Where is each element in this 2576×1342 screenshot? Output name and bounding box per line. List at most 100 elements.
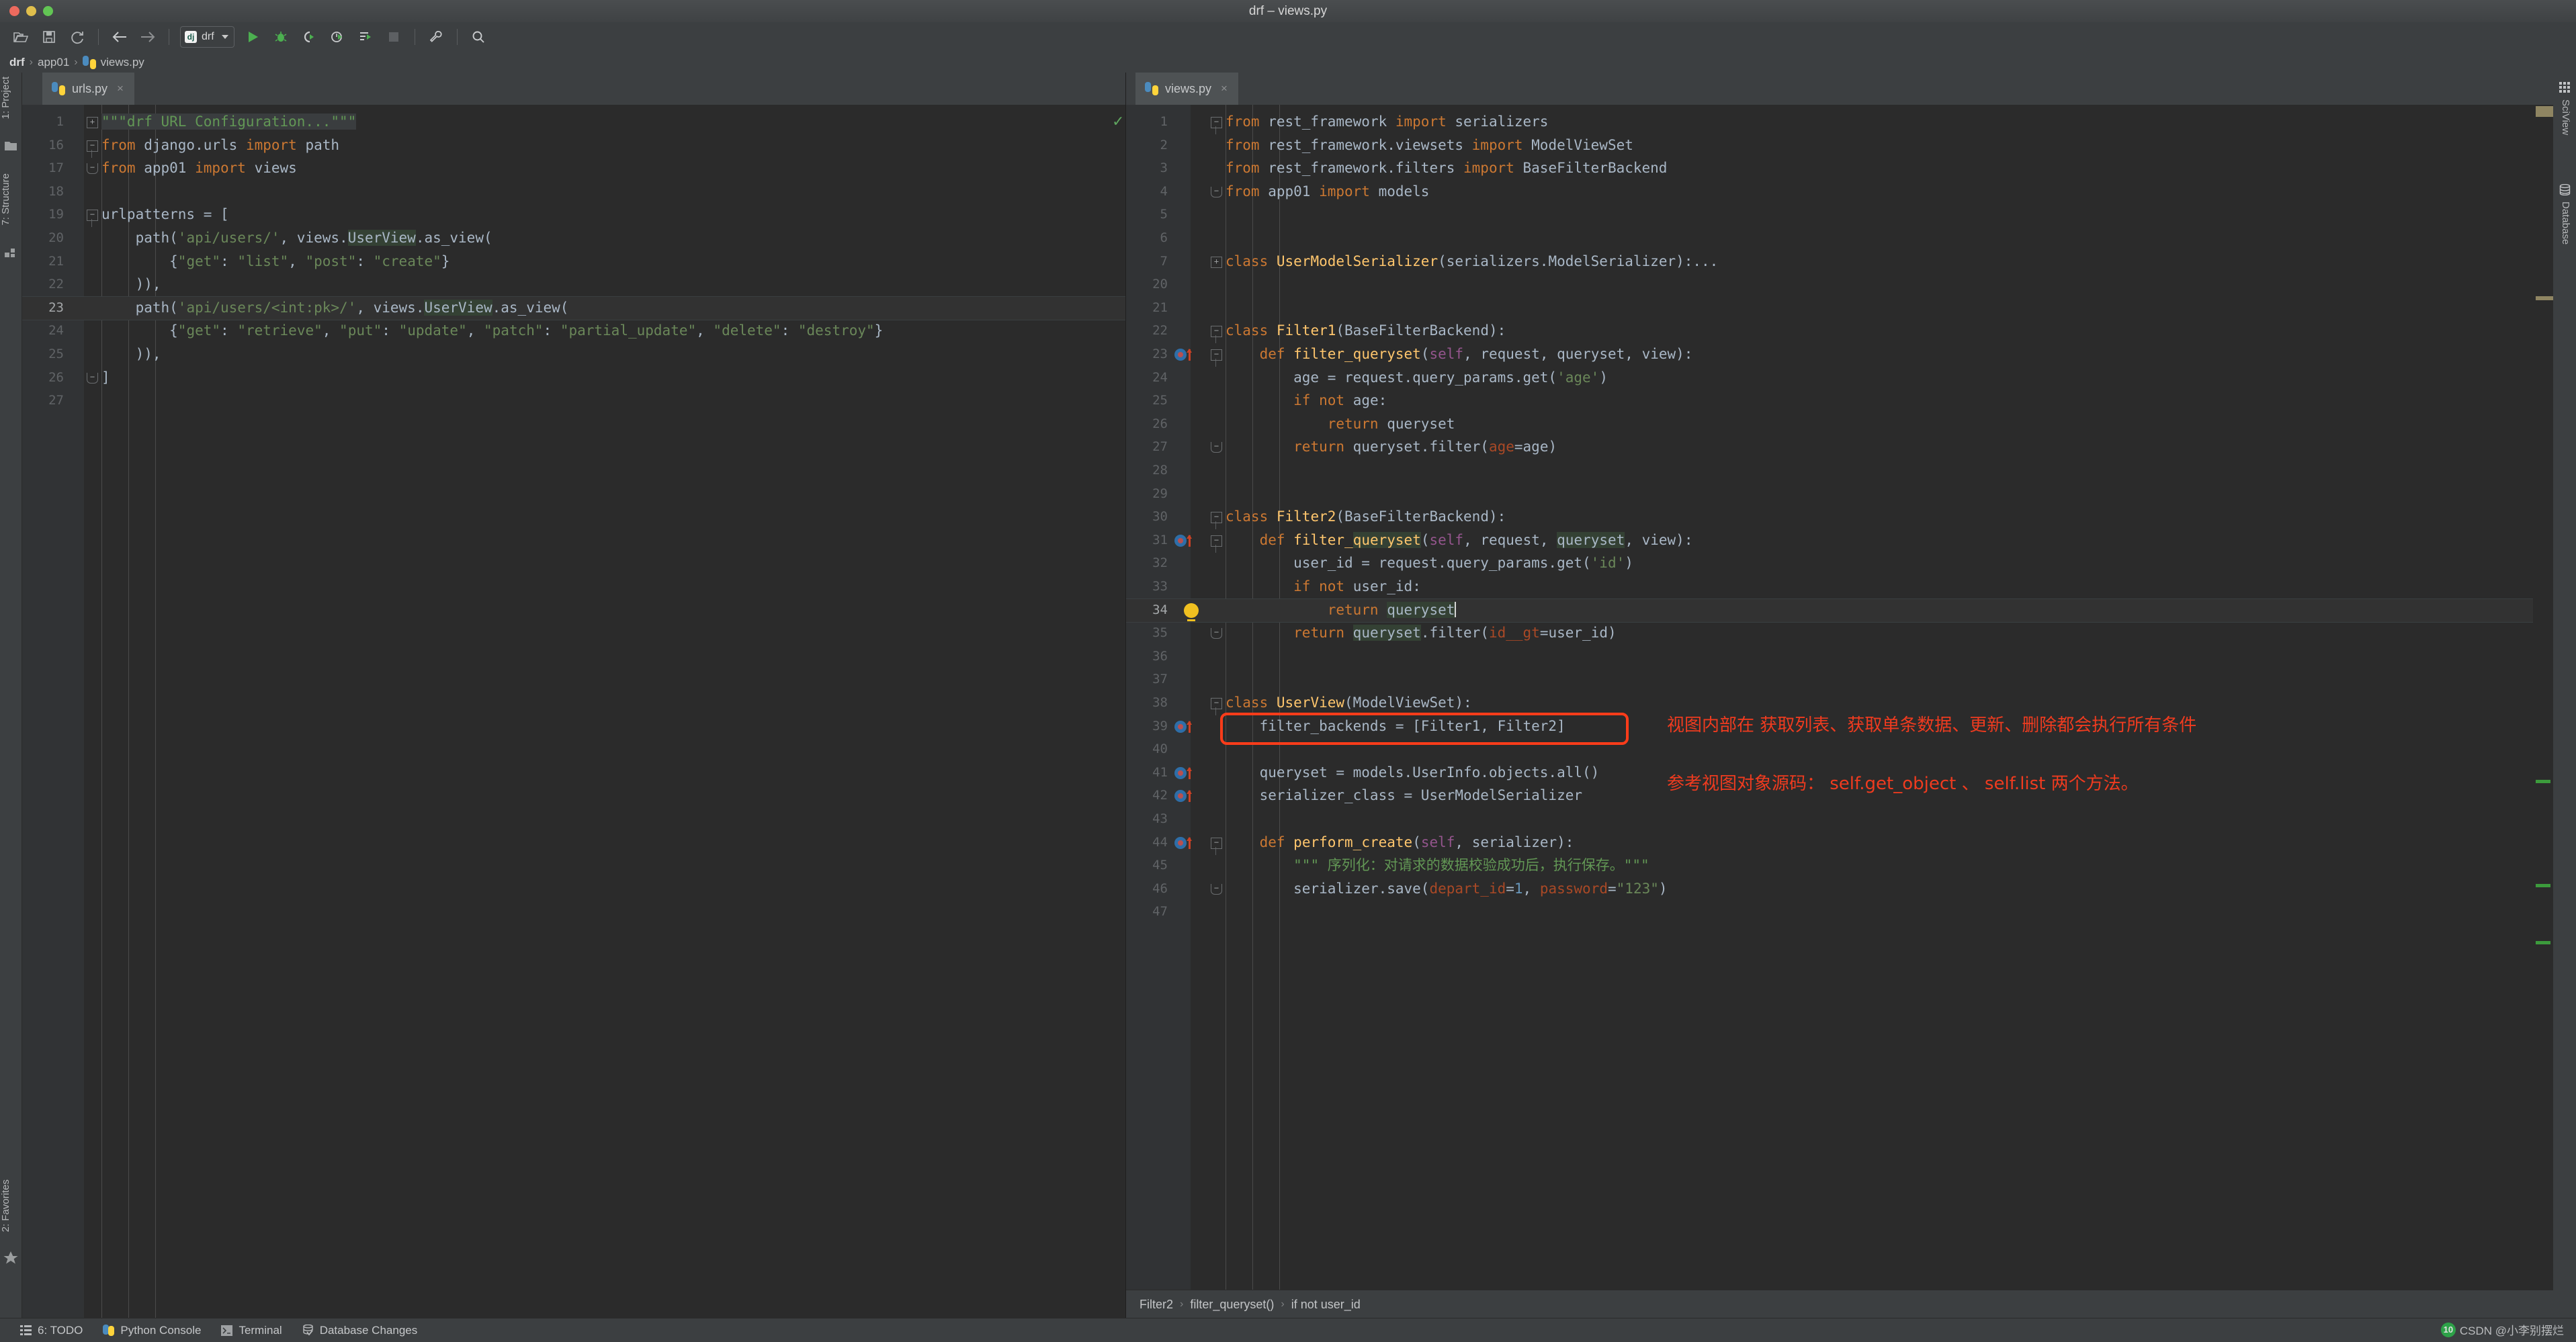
debug-icon[interactable] (269, 26, 292, 48)
tab-views-py[interactable]: views.py × (1135, 73, 1238, 107)
code-text: age = request.query_params.get('age') (1226, 366, 1608, 390)
save-icon[interactable] (38, 26, 60, 48)
editor-breadcrumb-class[interactable]: Filter2 (1140, 1298, 1173, 1312)
line-number: 25 (22, 343, 64, 366)
editor-breadcrumb-statement[interactable]: if not user_id (1291, 1298, 1361, 1312)
terminal-icon (221, 1325, 232, 1336)
status-item-database-changes[interactable]: Database Changes (302, 1324, 418, 1337)
fold-collapse-icon[interactable]: − (1211, 535, 1222, 547)
override-method-icon[interactable] (1174, 837, 1187, 849)
fold-end-icon[interactable]: − (1211, 442, 1222, 453)
fold-collapse-icon[interactable]: − (1211, 512, 1222, 523)
code-line: 1−from rest_framework import serializers (1126, 110, 2553, 134)
code-editor-left[interactable]: ✓ 1+"""drf URL Configuration..."""16−fro… (22, 105, 1125, 1318)
sidebar-item-project[interactable]: 1: Project (0, 77, 22, 122)
forward-arrow-icon[interactable] (136, 26, 159, 48)
close-icon[interactable]: × (117, 82, 124, 95)
fold-collapse-icon[interactable]: − (1211, 349, 1222, 361)
editor-marker-column[interactable] (2533, 105, 2553, 1318)
line-number: 29 (1126, 482, 1168, 506)
fold-collapse-icon[interactable]: − (87, 140, 98, 152)
fold-collapse-icon[interactable]: − (1211, 326, 1222, 337)
code-line: 2from rest_framework.viewsets import Mod… (1126, 134, 2553, 157)
code-text: serializer.save(depart_id=1, password="1… (1226, 877, 1668, 901)
fold-collapse-icon[interactable]: − (1211, 698, 1222, 709)
code-line: 28 (1126, 459, 2553, 482)
stop-icon[interactable] (382, 26, 405, 48)
sidebar-item-favorites-label: 2: Favorites (0, 1179, 17, 1235)
ide-window: drf – views.py dj drf (0, 0, 2576, 1342)
sidebar-item-structure[interactable]: 7: Structure (0, 173, 22, 228)
code-line: 32 user_id = request.query_params.get('i… (1126, 551, 2553, 575)
status-item-todo[interactable]: 6: TODO (20, 1324, 83, 1337)
code-line: 35− return queryset.filter(id__gt=user_i… (1126, 621, 2553, 645)
code-text: def filter_queryset(self, request, query… (1226, 529, 1692, 552)
fold-collapse-icon[interactable]: − (1211, 838, 1222, 849)
fold-end-icon[interactable]: − (87, 373, 98, 384)
code-editor-right[interactable]: 1−from rest_framework import serializers… (1126, 105, 2553, 1318)
sidebar-item-sciview[interactable]: SciView (2554, 78, 2575, 135)
code-text: {"get": "retrieve", "put": "update", "pa… (101, 319, 883, 343)
override-method-icon[interactable] (1174, 790, 1187, 802)
line-number: 32 (1126, 551, 1168, 575)
tab-urls-py-label: urls.py (72, 82, 108, 96)
run-icon[interactable] (241, 26, 264, 48)
status-bar: 6: TODO Python Console Terminal Database… (0, 1318, 2576, 1342)
code-text: class UserView(ModelViewSet): (1226, 691, 1472, 715)
run-coverage-icon[interactable] (298, 26, 320, 48)
status-item-python-console[interactable]: Python Console (103, 1324, 201, 1337)
fold-end-icon[interactable]: − (1211, 884, 1222, 895)
settings-wrench-icon[interactable] (425, 26, 447, 48)
back-arrow-icon[interactable] (108, 26, 131, 48)
open-folder-icon[interactable] (9, 26, 32, 48)
intention-bulb-icon[interactable] (1184, 603, 1199, 618)
close-icon[interactable]: × (1221, 82, 1228, 95)
override-method-icon[interactable] (1174, 721, 1187, 733)
run-with-console-icon[interactable] (354, 26, 377, 48)
status-item-terminal[interactable]: Terminal (221, 1324, 282, 1337)
breadcrumb-item-views[interactable]: views.py (101, 56, 144, 69)
fold-collapse-icon[interactable]: − (87, 210, 98, 221)
breadcrumb-item-app01[interactable]: app01 (38, 56, 69, 69)
line-number: 16 (22, 134, 64, 157)
search-icon[interactable] (467, 26, 490, 48)
profile-icon[interactable] (326, 26, 349, 48)
toolbar-divider (98, 29, 99, 45)
fold-expand-icon[interactable]: + (87, 117, 98, 128)
list-icon (20, 1325, 32, 1335)
run-configuration-selector[interactable]: dj drf (180, 26, 234, 48)
code-text: class UserModelSerializer(serializers.Mo… (1226, 250, 1718, 273)
line-number: 21 (22, 250, 64, 273)
code-line: 23 path('api/users/<int:pk>/', views.Use… (22, 296, 1125, 320)
code-line: 3from rest_framework.filters import Base… (1126, 156, 2553, 180)
code-line: 27 (22, 389, 1125, 412)
editor-breadcrumb-method[interactable]: filter_queryset() (1190, 1298, 1274, 1312)
override-method-icon[interactable] (1174, 349, 1187, 361)
fold-expand-icon[interactable]: + (1211, 257, 1222, 268)
sidebar-item-favorites[interactable]: 2: Favorites (0, 1179, 22, 1235)
code-line: 21 (1126, 296, 2553, 320)
fold-end-icon[interactable]: − (1211, 187, 1222, 197)
code-text: ] (101, 366, 110, 390)
run-config-label: drf (202, 31, 214, 43)
sidebar-item-project-label: 1: Project (0, 77, 17, 122)
breadcrumb-item-project[interactable]: drf (9, 56, 25, 69)
database-changes-icon (302, 1325, 314, 1336)
sync-icon[interactable] (66, 26, 89, 48)
line-number: 44 (1126, 831, 1168, 854)
fold-end-icon[interactable]: − (87, 163, 98, 174)
fold-collapse-icon[interactable]: − (1211, 117, 1222, 128)
editor-breadcrumb-sep-icon: › (1180, 1298, 1183, 1310)
code-text: class Filter1(BaseFilterBackend): (1226, 319, 1506, 343)
fold-end-icon[interactable]: − (1211, 628, 1222, 639)
code-text: return queryset.filter(age=age) (1226, 435, 1557, 459)
tab-urls-py[interactable]: urls.py × (42, 73, 134, 105)
line-number: 7 (1126, 250, 1168, 273)
override-method-icon[interactable] (1174, 767, 1187, 779)
override-method-icon[interactable] (1174, 535, 1187, 547)
editor-pane-left: urls.py × ✓ 1+"""drf URL Configuration..… (22, 73, 1126, 1318)
code-line: 6 (1126, 226, 2553, 250)
sidebar-item-database[interactable]: Database (2554, 180, 2575, 244)
line-number: 23 (22, 296, 64, 320)
code-line: 33 if not user_id: (1126, 575, 2553, 598)
